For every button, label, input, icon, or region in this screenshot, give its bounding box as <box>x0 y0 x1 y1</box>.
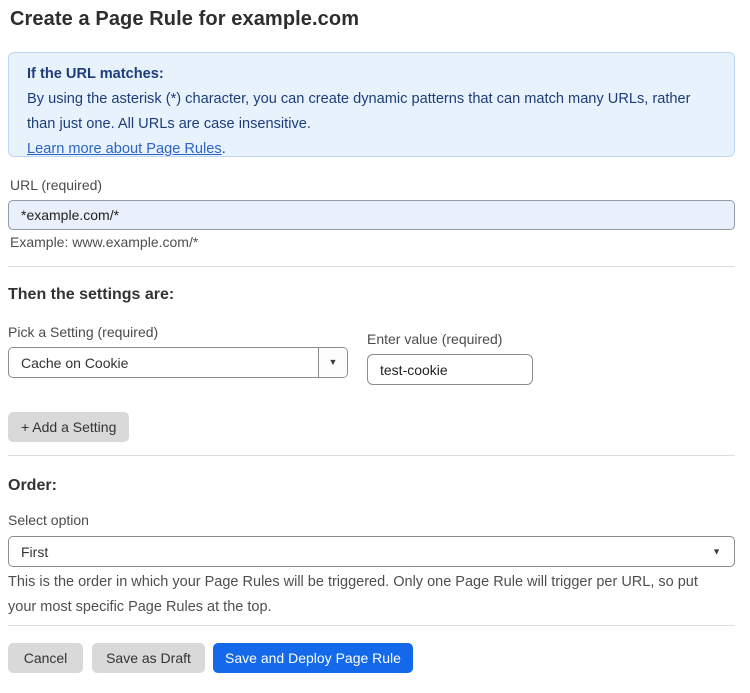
page-title: Create a Page Rule for example.com <box>10 8 360 30</box>
setting-label: Pick a Setting (required) <box>8 324 159 340</box>
setting-select[interactable]: Cache on Cookie ▼ <box>8 347 348 378</box>
info-box-link-line: Learn more about Page Rules. <box>27 137 716 162</box>
settings-heading: Then the settings are: <box>8 286 175 303</box>
info-box-heading: If the URL matches: <box>27 66 164 82</box>
divider-order-actions <box>8 625 735 626</box>
order-select[interactable]: First ▼ <box>8 536 735 567</box>
url-label: URL (required) <box>10 177 103 193</box>
save-as-draft-button[interactable]: Save as Draft <box>92 643 205 673</box>
dropdown-arrow-icon: ▼ <box>712 546 721 556</box>
order-heading: Order: <box>8 477 57 494</box>
url-input[interactable] <box>8 200 735 230</box>
order-select-value: First <box>21 543 49 560</box>
enter-value-label: Enter value (required) <box>367 331 503 347</box>
link-period: . <box>221 141 226 157</box>
setting-select-value: Cache on Cookie <box>21 354 129 371</box>
order-helper-text: This is the order in which your Page Rul… <box>8 574 698 615</box>
learn-more-link[interactable]: Learn more about Page Rules <box>27 141 222 157</box>
add-setting-button[interactable]: + Add a Setting <box>8 412 130 442</box>
url-example-helper: Example: www.example.com/* <box>10 234 199 250</box>
cancel-button[interactable]: Cancel <box>8 643 83 673</box>
info-box-body: By using the asterisk (*) character, you… <box>27 91 691 132</box>
dropdown-arrow-icon: ▼ <box>328 357 338 367</box>
divider-settings-order <box>8 455 735 456</box>
setting-value-input[interactable] <box>367 354 533 385</box>
order-select-label: Select option <box>8 512 89 528</box>
divider-url-settings <box>8 266 735 267</box>
url-match-info-box: If the URL matches: By using the asteris… <box>8 52 735 157</box>
save-and-deploy-button[interactable]: Save and Deploy Page Rule <box>213 643 413 673</box>
setting-select-arrow-button[interactable]: ▼ <box>318 348 347 377</box>
